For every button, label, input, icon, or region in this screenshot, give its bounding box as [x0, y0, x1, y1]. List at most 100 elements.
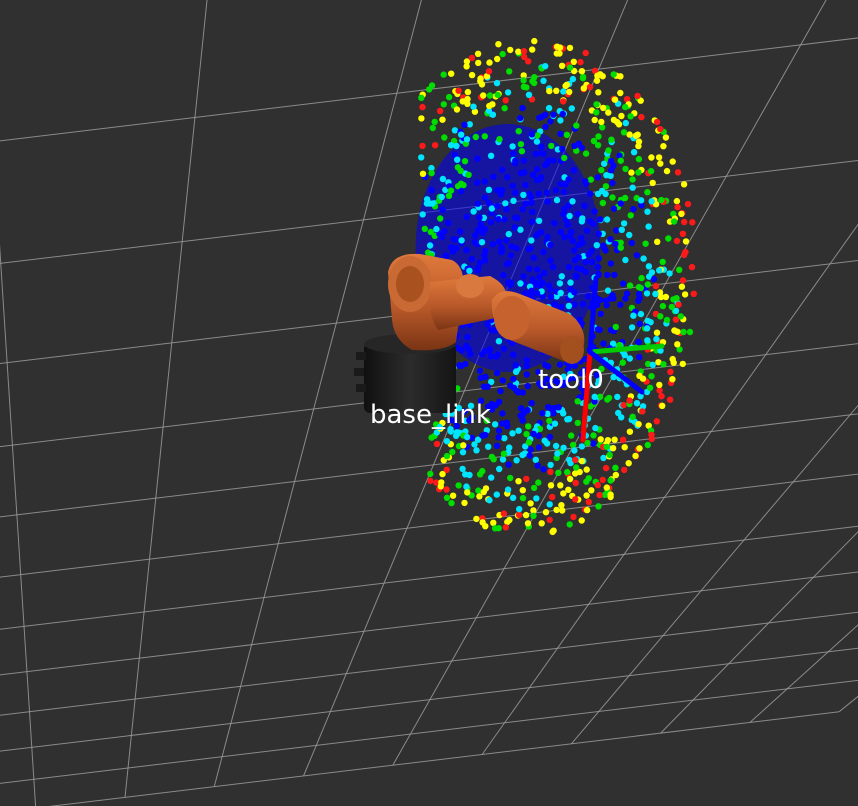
scene-canvas[interactable]: base_link tool0 [0, 0, 858, 806]
reachability-point [657, 313, 664, 320]
reachability-point [472, 232, 479, 239]
reachability-point [547, 461, 554, 469]
reachability-point [516, 505, 523, 513]
reachability-point [419, 170, 427, 177]
reachability-point [534, 230, 541, 238]
reachability-point [620, 280, 627, 287]
reachability-point [476, 214, 483, 221]
reachability-point [679, 277, 687, 284]
reachability-point [540, 248, 547, 256]
reachability-point [450, 236, 458, 243]
reachability-point [463, 63, 470, 70]
reachability-point [445, 192, 453, 199]
reachability-point [654, 238, 661, 245]
reachability-point [486, 59, 493, 66]
grid-line [0, 243, 37, 806]
reachability-point [620, 220, 628, 227]
reachability-point [517, 280, 524, 287]
reachability-point [463, 213, 470, 220]
reachability-point [542, 509, 550, 516]
reachability-point [559, 145, 566, 153]
reachability-point [546, 433, 554, 441]
reachability-point [470, 103, 477, 110]
reachability-point [577, 58, 584, 66]
reachability-point [644, 281, 651, 288]
reachability-point [528, 399, 535, 407]
reachability-point [635, 421, 642, 428]
reachability-point [474, 155, 481, 162]
reachability-point [570, 167, 577, 174]
reachability-point [630, 205, 637, 213]
reachability-point [578, 443, 586, 450]
reachability-point [443, 486, 450, 493]
reachability-point [494, 91, 501, 99]
reachability-point [633, 252, 640, 259]
reachability-point [475, 59, 482, 67]
reachability-point [619, 359, 626, 366]
reachability-point [494, 351, 502, 358]
reachability-point [461, 158, 469, 165]
reachability-point [585, 251, 592, 258]
reachability-point [493, 369, 501, 377]
reachability-point [630, 149, 638, 156]
reachability-point [507, 252, 515, 259]
reachability-point [670, 218, 678, 225]
grid-line [0, 473, 858, 578]
reachability-point [643, 290, 651, 297]
reachability-point [657, 160, 664, 167]
reachability-point [500, 450, 508, 457]
reachability-point [608, 136, 615, 143]
reachability-point [495, 434, 502, 441]
reachability-point [493, 442, 501, 449]
reachability-point [437, 483, 444, 490]
rviz-3d-viewport[interactable]: base_link tool0 [0, 0, 858, 806]
reachability-point [603, 443, 610, 451]
reachability-point [565, 302, 573, 310]
reachability-point [609, 179, 616, 187]
reachability-point [499, 456, 507, 463]
reachability-point [487, 353, 495, 360]
reachability-point [459, 465, 466, 473]
reachability-point [561, 154, 568, 162]
reachability-point [675, 301, 682, 308]
reachability-point [454, 156, 461, 163]
reachability-point [532, 279, 539, 287]
reachability-point [497, 191, 505, 198]
reachability-point [481, 252, 488, 259]
reachability-point [622, 103, 629, 111]
reachability-point [546, 501, 553, 508]
reachability-point [500, 510, 508, 517]
reachability-point [530, 171, 537, 179]
reachability-point [625, 460, 632, 467]
reachability-point [595, 503, 602, 510]
reachability-point [530, 254, 537, 262]
reachability-point [438, 193, 445, 201]
reachability-point [658, 393, 665, 400]
reachability-point [600, 340, 607, 347]
reachability-point [593, 109, 600, 116]
reachability-point [665, 235, 672, 242]
reachability-point [439, 175, 447, 183]
reachability-point [579, 73, 587, 81]
reachability-point [628, 239, 635, 247]
reachability-point [573, 273, 580, 280]
reachability-point [501, 435, 508, 442]
reachability-point [571, 301, 578, 308]
reachability-point [523, 371, 530, 378]
reachability-point [503, 206, 510, 213]
reachability-point [542, 123, 549, 130]
reachability-point [502, 97, 509, 104]
reachability-point [598, 187, 606, 195]
reachability-point [534, 266, 541, 273]
reachability-point [436, 107, 444, 115]
reachability-point [588, 487, 595, 494]
reachability-point [599, 199, 607, 207]
reachability-point [575, 254, 582, 261]
reachability-point [510, 375, 517, 383]
reachability-point [605, 394, 613, 402]
reachability-point [518, 148, 526, 155]
reachability-point [632, 452, 639, 460]
reachability-point [512, 160, 519, 167]
reachability-point [428, 187, 435, 194]
reachability-point [686, 328, 694, 336]
